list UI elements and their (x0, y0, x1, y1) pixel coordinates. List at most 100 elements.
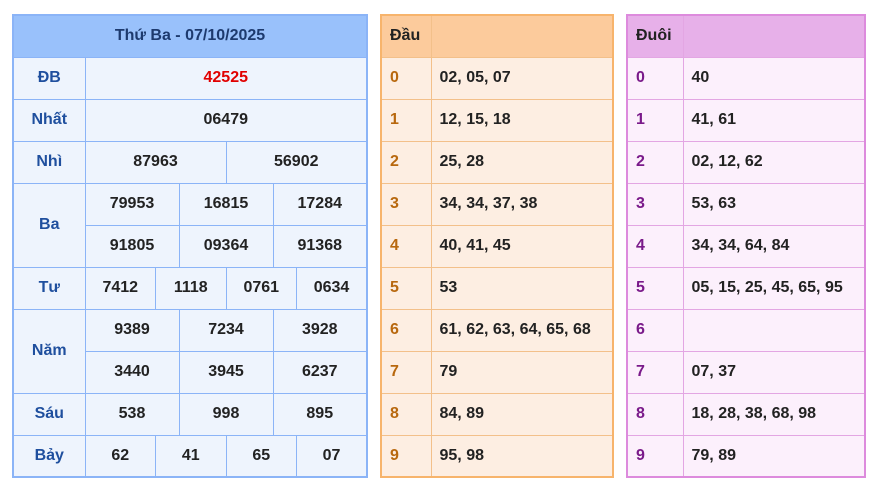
prize-number: 91805 (84, 224, 180, 268)
duoi-digit: 3 (626, 182, 684, 226)
dau-row: 9 95, 98 (380, 434, 614, 478)
duoi-row: 4 34, 34, 64, 84 (626, 224, 866, 268)
dau-values: 12, 15, 18 (430, 98, 614, 142)
dau-row: 6 61, 62, 63, 64, 65, 68 (380, 308, 614, 352)
prize-label: Bảy (12, 434, 86, 478)
dau-row: 4 40, 41, 45 (380, 224, 614, 268)
dau-row: 5 53 (380, 266, 614, 310)
prize-number: 7412 (84, 266, 156, 310)
prize-label: Năm (12, 308, 86, 394)
dau-digit: 7 (380, 350, 432, 394)
prize-number: 1118 (155, 266, 227, 310)
dau-digit: 8 (380, 392, 432, 436)
dau-digit: 1 (380, 98, 432, 142)
prize-number: 3945 (178, 350, 274, 394)
prize-label: Sáu (12, 392, 86, 436)
duoi-digit: 1 (626, 98, 684, 142)
duoi-row: 8 18, 28, 38, 68, 98 (626, 392, 866, 436)
dau-values: 61, 62, 63, 64, 65, 68 (430, 308, 614, 352)
duoi-digit: 7 (626, 350, 684, 394)
prize-number: 62 (84, 434, 156, 478)
dau-row: 0 02, 05, 07 (380, 56, 614, 100)
dau-digit: 5 (380, 266, 432, 310)
duoi-values: 79, 89 (682, 434, 866, 478)
prize-number: 41 (155, 434, 227, 478)
prize-number: 3440 (84, 350, 180, 394)
duoi-header: Đuôi (626, 14, 684, 58)
prize-number: 3928 (272, 308, 368, 352)
dau-digit: 0 (380, 56, 432, 100)
duoi-values: 07, 37 (682, 350, 866, 394)
dau-values: 02, 05, 07 (430, 56, 614, 100)
duoi-row: 3 53, 63 (626, 182, 866, 226)
duoi-values: 18, 28, 38, 68, 98 (682, 392, 866, 436)
duoi-row: 0 40 (626, 56, 866, 100)
duoi-values: 40 (682, 56, 866, 100)
duoi-values: 02, 12, 62 (682, 140, 866, 184)
prize-number: 06479 (84, 98, 368, 142)
prize-number: 56902 (225, 140, 368, 184)
prize-number: 07 (296, 434, 368, 478)
dau-digit: 9 (380, 434, 432, 478)
dau-row: 8 84, 89 (380, 392, 614, 436)
dau-values: 95, 98 (430, 434, 614, 478)
prize-number: 09364 (178, 224, 274, 268)
prize-number: 998 (178, 392, 274, 436)
prize-row-nhi: Nhì 87963 56902 (12, 140, 368, 184)
duoi-digit: 9 (626, 434, 684, 478)
prize-number: 538 (84, 392, 180, 436)
dau-header-empty (430, 14, 614, 58)
duoi-table: Đuôi 0 40 1 41, 61 2 02, 12, 62 3 53, 63 4 34… (626, 14, 866, 478)
prize-label: Ba (12, 182, 86, 268)
prize-number: 0761 (225, 266, 297, 310)
prize-number: 6237 (272, 350, 368, 394)
duoi-digit: 6 (626, 308, 684, 352)
duoi-digit: 0 (626, 56, 684, 100)
prize-row-ba: Ba 79953 16815 17284 (12, 182, 368, 268)
prize-number: 42525 (84, 56, 368, 100)
results-title: Thứ Ba - 07/10/2025 (12, 14, 368, 58)
prize-label: Tư (12, 266, 86, 310)
prize-number: 91368 (272, 224, 368, 268)
dau-row: 3 34, 34, 37, 38 (380, 182, 614, 226)
duoi-row: 1 41, 61 (626, 98, 866, 142)
dau-digit: 2 (380, 140, 432, 184)
duoi-values (682, 308, 866, 352)
duoi-header-empty (682, 14, 866, 58)
duoi-values: 53, 63 (682, 182, 866, 226)
prize-row-db: ĐB 42525 (12, 56, 368, 100)
prize-number: 87963 (84, 140, 227, 184)
prize-row-nam: Năm 9389 7234 3928 (12, 308, 368, 394)
duoi-row: 2 02, 12, 62 (626, 140, 866, 184)
dau-header-row: Đầu (380, 14, 614, 58)
dau-header: Đầu (380, 14, 432, 58)
prize-number: 9389 (84, 308, 180, 352)
dau-row: 7 79 (380, 350, 614, 394)
prize-row-sau: Sáu 538 998 895 (12, 392, 368, 436)
dau-row: 1 12, 15, 18 (380, 98, 614, 142)
dau-values: 40, 41, 45 (430, 224, 614, 268)
results-title-row: Thứ Ba - 07/10/2025 (12, 14, 368, 58)
dau-table: Đầu 0 02, 05, 07 1 12, 15, 18 2 25, 28 3 34,… (380, 14, 614, 478)
duoi-digit: 8 (626, 392, 684, 436)
dau-values: 79 (430, 350, 614, 394)
prize-number: 0634 (296, 266, 368, 310)
duoi-row: 9 79, 89 (626, 434, 866, 478)
dau-values: 34, 34, 37, 38 (430, 182, 614, 226)
duoi-values: 05, 15, 25, 45, 65, 95 (682, 266, 866, 310)
prize-number: 895 (272, 392, 368, 436)
prize-number: 65 (225, 434, 297, 478)
prize-row-bay: Bảy 62 41 65 07 (12, 434, 368, 478)
results-table: Thứ Ba - 07/10/2025 ĐB 42525 Nhất 06479 … (12, 14, 368, 478)
dau-row: 2 25, 28 (380, 140, 614, 184)
prize-label: Nhì (12, 140, 86, 184)
prize-row-tu: Tư 7412 1118 0761 0634 (12, 266, 368, 310)
duoi-digit: 2 (626, 140, 684, 184)
prize-label: ĐB (12, 56, 86, 100)
duoi-values: 41, 61 (682, 98, 866, 142)
duoi-row: 7 07, 37 (626, 350, 866, 394)
dau-values: 25, 28 (430, 140, 614, 184)
duoi-row: 5 05, 15, 25, 45, 65, 95 (626, 266, 866, 310)
dau-digit: 4 (380, 224, 432, 268)
prize-number: 17284 (272, 182, 368, 226)
